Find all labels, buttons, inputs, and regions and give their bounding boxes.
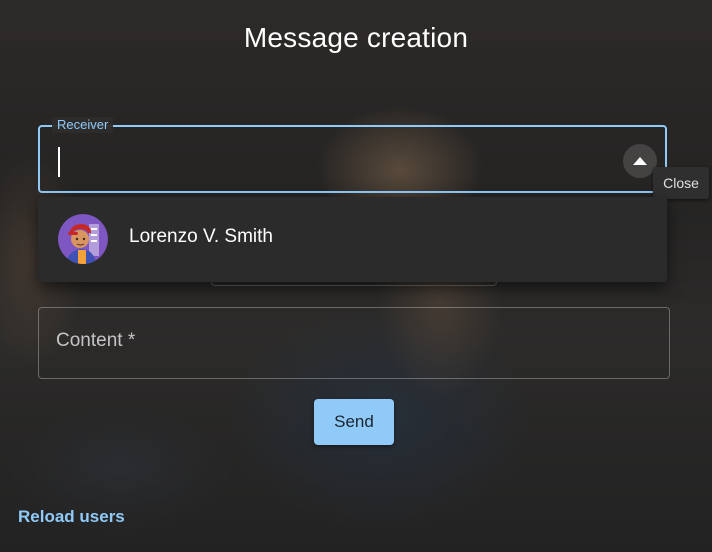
option-label: Lorenzo V. Smith (129, 226, 273, 247)
popup-toggle-button[interactable] (623, 144, 657, 178)
close-tooltip: Close (653, 167, 709, 199)
page-title: Message creation (243, 22, 469, 53)
receiver-field[interactable]: Receiver (38, 117, 667, 193)
message-creation-panel: Message creation Receiver Close Lorenzo … (0, 0, 712, 552)
option-lorenzo-v-smith[interactable]: Lorenzo V. Smith (38, 197, 667, 282)
receiver-label: Receiver (52, 117, 114, 133)
send-button[interactable]: Send (314, 399, 394, 445)
receiver-input[interactable] (54, 143, 598, 179)
text-caret (58, 147, 60, 177)
chevron-up-icon (633, 157, 647, 165)
receiver-options-list: Lorenzo V. Smith (38, 197, 667, 282)
user-avatar (58, 214, 108, 264)
reload-users-link[interactable]: Reload users (18, 507, 125, 527)
content-placeholder: Content * (56, 330, 136, 351)
content-field[interactable]: Content * (38, 307, 670, 379)
